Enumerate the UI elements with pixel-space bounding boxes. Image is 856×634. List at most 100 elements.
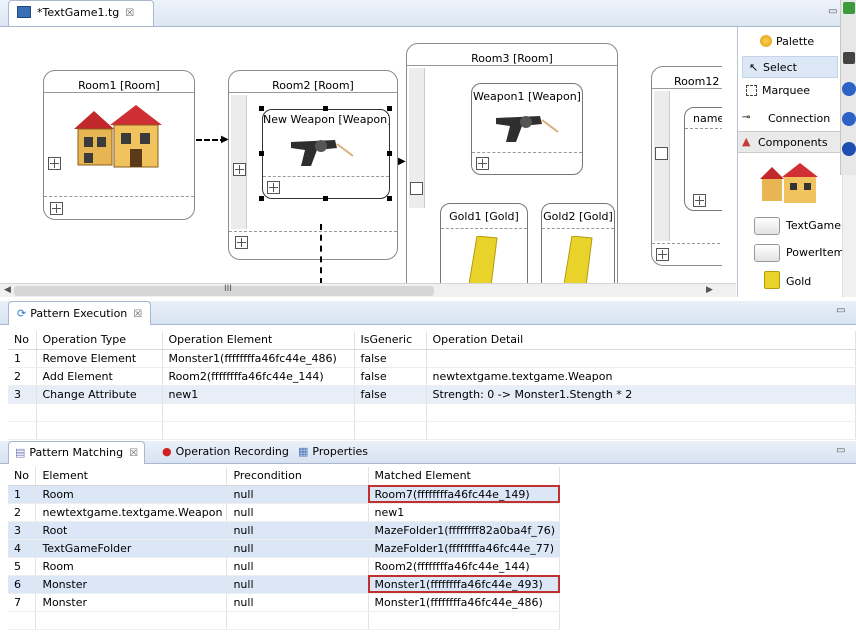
palette-poweritem-label: PowerItem	[786, 246, 845, 259]
palette-poweritem[interactable]: PowerItem	[738, 242, 856, 264]
new-weapon-node[interactable]: New Weapon [Weapon]	[262, 109, 390, 199]
close-icon[interactable]: ☒	[125, 8, 134, 19]
close-icon[interactable]: ☒	[133, 309, 142, 320]
table-row[interactable]: 3 Root null MazeFolder1(ffffffff82a0ba4f…	[8, 521, 560, 540]
pattern-execution-table: No Operation Type Operation Element IsGe…	[8, 331, 856, 440]
tab-pattern-execution[interactable]: ⟳ Pattern Execution ☒	[8, 301, 152, 325]
scroll-grip: III	[224, 284, 232, 294]
cell-no: 3	[8, 385, 37, 404]
blue-tool-icon[interactable]	[842, 142, 856, 156]
cell-operation-detail: newtextgame.textgame.Weapon	[426, 367, 856, 386]
column-header[interactable]: IsGeneric	[354, 331, 427, 350]
minimize-icon[interactable]: ▭	[836, 305, 845, 316]
room1-title: Room1 [Room]	[44, 71, 194, 93]
gold1-node[interactable]: Gold1 [Gold]	[440, 203, 528, 283]
palette-select-tool[interactable]: ↖ Select	[742, 56, 838, 78]
pattern-execution-header: ⟳ Pattern Execution ☒ ▭	[0, 301, 856, 325]
column-header[interactable]: No	[8, 467, 37, 486]
table-row[interactable]: 1 Room null Room7(ffffffffa46fc44e_149)	[8, 485, 560, 504]
table-row[interactable]: 2 Add Element Room2(ffffffffa46fc44e_144…	[8, 367, 856, 386]
column-header[interactable]: Operation Detail	[426, 331, 856, 350]
horizontal-scrollbar[interactable]: ◀ III ▶	[0, 283, 736, 297]
palette-select-label: Select	[763, 61, 797, 74]
column-header[interactable]: Operation Element	[162, 331, 355, 350]
palette-icon	[760, 35, 772, 47]
name-item-title: name	[693, 112, 722, 125]
tab-pattern-matching[interactable]: ▤ Pattern Matching ☒	[8, 441, 146, 464]
properties-tab-label: Properties	[312, 445, 368, 458]
room1-node[interactable]: Room1 [Room]	[43, 70, 195, 220]
scroll-right-icon[interactable]: ▶	[706, 285, 713, 295]
table-header-row: No Element Precondition Matched Element	[8, 467, 560, 486]
cell-element: Root	[35, 521, 228, 540]
table-row[interactable]: 7 Monster null Monster1(ffffffffa46fc44e…	[8, 593, 560, 612]
scroll-left-icon[interactable]: ◀	[4, 285, 11, 295]
blue-tool-icon[interactable]	[842, 82, 856, 96]
minimize-icon[interactable]: ▭	[828, 6, 837, 17]
palette-marquee-tool[interactable]: Marquee	[738, 80, 856, 102]
table-row[interactable]: 3 Change Attribute new1 false Strength: …	[8, 385, 856, 404]
cell-matched-element: MazeFolder1(ffffffff82a0ba4f_76)	[368, 521, 560, 540]
pattern-execution-tab-label: Pattern Execution	[30, 307, 128, 320]
table-row[interactable]: 2 newtextgame.textgame.Weapon null new1	[8, 503, 560, 522]
expand-icon[interactable]	[656, 248, 669, 261]
table-row[interactable]: 6 Monster null Monster1(ffffffffa46fc44e…	[8, 575, 560, 594]
side-toolbar	[840, 0, 856, 175]
column-header[interactable]: Matched Element	[368, 467, 560, 486]
cell-element: Room	[35, 557, 228, 576]
house-icon[interactable]	[756, 161, 826, 208]
tab-properties[interactable]: ▦ Properties	[298, 445, 368, 458]
monitor-icon[interactable]	[843, 52, 855, 64]
expand-icon[interactable]	[476, 157, 489, 170]
cell-matched-element: Room2(ffffffffa46fc44e_144)	[368, 557, 560, 576]
table-row[interactable]: 5 Room null Room2(ffffffffa46fc44e_144)	[8, 557, 560, 576]
cell-isgeneric: false	[354, 385, 427, 404]
table-header-row: No Operation Type Operation Element IsGe…	[8, 331, 856, 350]
name-item-node[interactable]: name	[684, 107, 722, 211]
expand-icon[interactable]	[693, 194, 706, 207]
cell-no: 6	[8, 575, 37, 594]
palette-components-drawer[interactable]: ▲ Components	[738, 131, 842, 153]
gold2-title: Gold2 [Gold]	[543, 210, 613, 223]
palette-panel: Palette ↖ Select Marquee ⊸ Connection ▲ Com…	[737, 27, 856, 297]
cell-matched-element: Monster1(ffffffffa46fc44e_493)	[368, 575, 560, 594]
expand-icon[interactable]	[267, 181, 280, 194]
blue-tool-icon[interactable]	[842, 112, 856, 126]
cell-operation-type: Remove Element	[36, 349, 163, 368]
palette-title: Palette	[776, 35, 815, 48]
tab-title: *TextGame1.tg	[37, 6, 120, 19]
table-row[interactable]: 4 TextGameFolder null MazeFolder1(ffffff…	[8, 539, 560, 558]
column-header[interactable]: Precondition	[226, 467, 369, 486]
tab-textgame1[interactable]: *TextGame1.tg ☒	[8, 0, 154, 26]
run-icon[interactable]	[843, 2, 855, 14]
palette-textgamefolder[interactable]: TextGameFol...	[738, 215, 856, 237]
diagram-canvas[interactable]: Room1 [Room] Room2 [Room] New Weapon [We…	[0, 27, 722, 283]
tab-operation-recording[interactable]: ● Operation Recording	[162, 445, 289, 458]
weapon1-node[interactable]: Weapon1 [Weapon]	[471, 83, 583, 175]
gold-bar-icon	[764, 271, 780, 289]
component-icon	[754, 217, 780, 235]
expand-icon[interactable]	[233, 163, 246, 176]
minimize-icon[interactable]: ▭	[836, 445, 845, 456]
pattern-matching-table: No Element Precondition Matched Element …	[8, 467, 560, 630]
palette-header: Palette	[738, 31, 856, 53]
operation-recording-tab-label: Operation Recording	[175, 445, 289, 458]
palette-connection-tool[interactable]: ⊸ Connection	[738, 108, 856, 130]
palette-gold[interactable]: Gold	[738, 271, 856, 293]
table-row[interactable]: 1 Remove Element Monster1(ffffffffa46fc4…	[8, 349, 856, 368]
close-icon[interactable]: ☒	[129, 448, 138, 459]
expand-icon[interactable]	[48, 157, 61, 170]
expand-icon[interactable]	[235, 236, 248, 249]
cell-matched-element: Monster1(ffffffffa46fc44e_486)	[368, 593, 560, 612]
column-header[interactable]: Operation Type	[36, 331, 163, 350]
column-header[interactable]: No	[8, 331, 37, 350]
gold2-node[interactable]: Gold2 [Gold]	[541, 203, 615, 283]
pattern-matching-tab-label: Pattern Matching	[29, 446, 124, 459]
weapon1-title: Weapon1 [Weapon]	[473, 90, 581, 103]
cell-element: Monster	[35, 593, 228, 612]
column-header[interactable]: Element	[35, 467, 228, 486]
palette-gold-label: Gold	[786, 275, 812, 288]
expand-icon[interactable]	[50, 202, 63, 215]
new-weapon-title: New Weapon [Weapon]	[263, 113, 389, 126]
cell-no: 1	[8, 485, 37, 504]
